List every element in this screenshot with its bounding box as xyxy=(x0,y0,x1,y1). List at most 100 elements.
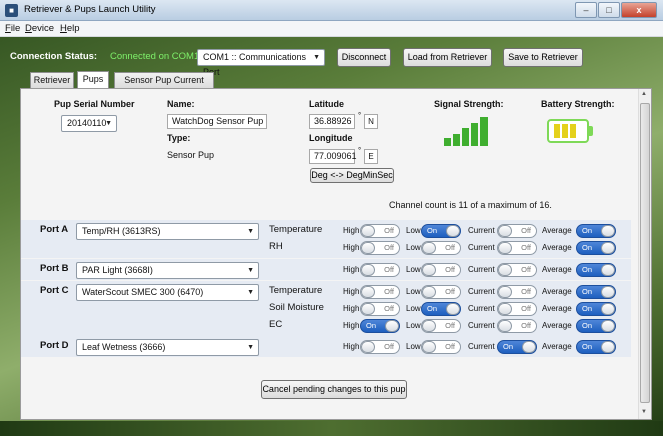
port-sensor-select[interactable]: WaterScout SMEC 300 (6470) ▼ xyxy=(76,284,259,301)
toggle-knob xyxy=(601,341,615,353)
low-toggle[interactable]: Off xyxy=(421,340,461,354)
toggle-knob xyxy=(361,303,375,315)
toggle-state: Off xyxy=(521,304,531,313)
tab-pups[interactable]: Pups xyxy=(77,71,109,89)
cancel-changes-button[interactable]: Cancel pending changes to this pup xyxy=(261,380,407,399)
longitude-input[interactable]: 77.009061 xyxy=(309,149,357,164)
port-sensor-select[interactable]: Leaf Wetness (3666) ▼ xyxy=(76,339,259,356)
chevron-down-icon: ▼ xyxy=(247,228,254,235)
minimize-button[interactable]: – xyxy=(575,2,597,18)
save-to-retriever-button[interactable]: Save to Retriever xyxy=(503,48,583,67)
toggle-knob xyxy=(361,341,375,353)
toggle-knob xyxy=(361,242,375,254)
port-label: Port C xyxy=(40,285,69,296)
average-toggle[interactable]: On xyxy=(576,241,616,255)
port-sensor-select[interactable]: Temp/RH (3613RS) ▼ xyxy=(76,223,259,240)
low-toggle[interactable]: Off xyxy=(421,319,461,333)
toggle-state: Off xyxy=(384,265,394,274)
toggle-state: On xyxy=(582,304,593,313)
toggle-knob xyxy=(601,303,615,315)
current-toggle[interactable]: Off xyxy=(497,224,537,238)
current-label: Current xyxy=(468,265,495,274)
longitude-direction[interactable]: E xyxy=(364,149,378,164)
high-toggle[interactable]: Off xyxy=(360,224,400,238)
high-label: High xyxy=(343,342,360,351)
toggle-state: Off xyxy=(521,287,531,296)
measurement-label: Temperature xyxy=(269,285,323,296)
high-toggle[interactable]: Off xyxy=(360,263,400,277)
average-toggle[interactable]: On xyxy=(576,263,616,277)
chevron-down-icon: ▼ xyxy=(313,54,320,61)
low-toggle[interactable]: Off xyxy=(421,241,461,255)
maximize-button[interactable]: □ xyxy=(598,2,620,18)
low-toggle[interactable]: Off xyxy=(421,285,461,299)
average-toggle[interactable]: On xyxy=(576,319,616,333)
com-port-select[interactable]: COM1 :: Communications Port ▼ xyxy=(197,49,325,77)
menu-help[interactable]: Help xyxy=(60,23,80,34)
deg-convert-button[interactable]: Deg <-> DegMinSec xyxy=(310,168,394,183)
toggle-knob xyxy=(422,341,436,353)
menu-device[interactable]: Device xyxy=(25,23,54,34)
signal-bar-3 xyxy=(462,128,469,146)
connection-toolbar: Connection Status: Connected on COM1 COM… xyxy=(0,37,663,77)
chevron-down-icon: ▼ xyxy=(105,120,112,127)
toggle-knob xyxy=(498,264,512,276)
low-label: Low xyxy=(406,342,421,351)
scroll-down-icon[interactable]: ▼ xyxy=(641,409,647,415)
close-button[interactable]: x xyxy=(621,2,657,18)
average-toggle[interactable]: On xyxy=(576,340,616,354)
low-label: Low xyxy=(406,321,421,330)
high-toggle[interactable]: Off xyxy=(360,340,400,354)
high-toggle[interactable]: Off xyxy=(360,302,400,316)
battery-icon xyxy=(547,119,589,143)
toggle-knob xyxy=(498,303,512,315)
measurement-label: EC xyxy=(269,319,283,330)
toggle-state: On xyxy=(503,342,514,351)
toggle-state: On xyxy=(582,287,593,296)
scrollbar[interactable]: ▲ ▼ xyxy=(638,89,651,419)
current-toggle[interactable]: Off xyxy=(497,319,537,333)
low-toggle[interactable]: On xyxy=(421,302,461,316)
high-toggle[interactable]: Off xyxy=(360,241,400,255)
menu-file[interactable]: File xyxy=(5,23,20,34)
name-input[interactable]: WatchDog Sensor Pup xyxy=(167,114,267,129)
port-sensor-select[interactable]: PAR Light (3668I) ▼ xyxy=(76,262,259,279)
average-label: Average xyxy=(542,243,572,252)
toggle-state: Off xyxy=(521,226,531,235)
toggle-state: On xyxy=(366,321,377,330)
latitude-input[interactable]: 36.88926 xyxy=(309,114,355,129)
high-toggle[interactable]: On xyxy=(360,319,400,333)
average-toggle[interactable]: On xyxy=(576,224,616,238)
battery-cell xyxy=(570,124,576,138)
current-toggle[interactable]: Off xyxy=(497,285,537,299)
low-toggle[interactable]: Off xyxy=(421,263,461,277)
tab-retriever[interactable]: Retriever xyxy=(30,72,74,88)
average-label: Average xyxy=(542,226,572,235)
current-label: Current xyxy=(468,226,495,235)
latitude-direction[interactable]: N xyxy=(364,114,378,129)
toggle-state: Off xyxy=(445,342,455,351)
average-toggle[interactable]: On xyxy=(576,285,616,299)
load-from-retriever-button[interactable]: Load from Retriever xyxy=(403,48,492,67)
chevron-down-icon: ▼ xyxy=(247,289,254,296)
average-toggle[interactable]: On xyxy=(576,302,616,316)
current-toggle[interactable]: Off xyxy=(497,302,537,316)
chevron-down-icon: ▼ xyxy=(247,344,254,351)
average-label: Average xyxy=(542,342,572,351)
high-toggle[interactable]: Off xyxy=(360,285,400,299)
toggle-knob xyxy=(601,264,615,276)
type-label: Type: xyxy=(167,133,191,143)
serial-select[interactable]: 20140110 ▼ xyxy=(61,115,117,132)
current-toggle[interactable]: On xyxy=(497,340,537,354)
low-toggle[interactable]: On xyxy=(421,224,461,238)
window-title: Retriever & Pups Launch Utility xyxy=(24,4,156,15)
tab-sensor-pup-current-data[interactable]: Sensor Pup Current Data xyxy=(114,72,214,99)
disconnect-button[interactable]: Disconnect xyxy=(337,48,391,67)
scroll-up-icon[interactable]: ▲ xyxy=(641,91,647,97)
scroll-thumb[interactable] xyxy=(640,103,650,403)
low-label: Low xyxy=(406,265,421,274)
toggle-knob xyxy=(361,286,375,298)
current-toggle[interactable]: Off xyxy=(497,263,537,277)
current-toggle[interactable]: Off xyxy=(497,241,537,255)
toggle-knob xyxy=(446,303,460,315)
